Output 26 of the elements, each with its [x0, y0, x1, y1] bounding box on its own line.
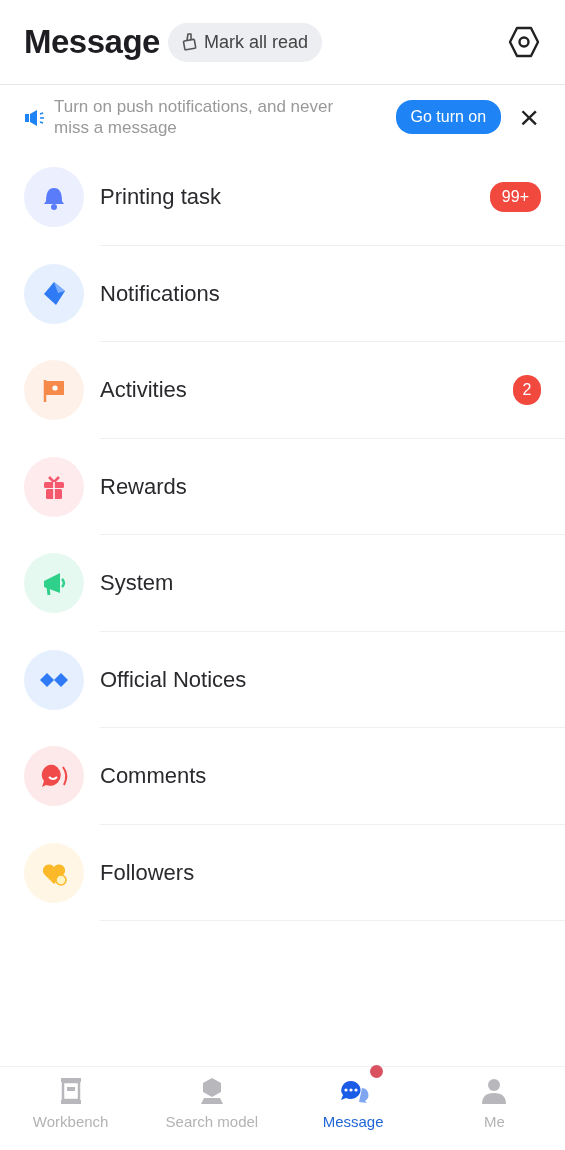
go-turn-on-button[interactable]: Go turn on	[395, 100, 502, 134]
category-label: Official Notices	[100, 665, 247, 694]
unread-count: 99+	[489, 181, 541, 212]
message-category-item[interactable]: Official Notices	[0, 631, 565, 728]
speaker-icon	[24, 107, 46, 128]
category-label: Activities	[100, 376, 187, 405]
settings-icon[interactable]	[507, 25, 541, 59]
category-label: Rewards	[100, 472, 187, 501]
message-category-item[interactable]: Followers	[0, 824, 565, 921]
category-label: System	[100, 569, 174, 598]
message-category-item[interactable]: Comments	[0, 728, 565, 825]
category-label: Followers	[100, 858, 195, 887]
push-notification-text: Turn on push notifications, and never miss a message	[54, 96, 335, 138]
message-category-item[interactable]: Activities 2	[0, 342, 565, 439]
category-label: Printing task	[100, 183, 222, 212]
message-category-item[interactable]: Rewards	[0, 438, 565, 535]
unread-count: 2	[513, 374, 541, 405]
category-label: Comments	[100, 762, 207, 791]
tab-bar-item[interactable]: Message	[282, 1067, 424, 1150]
category-label: Notifications	[100, 279, 220, 308]
message-category-item[interactable]: Printing task 99+	[0, 149, 565, 246]
page-title: Message	[24, 22, 160, 63]
message-category-item[interactable]: System	[0, 535, 565, 632]
message-category-item[interactable]: Notifications	[0, 245, 565, 342]
close-button[interactable]: ×	[517, 100, 541, 134]
mark-all-read-button[interactable]: Mark all read	[167, 22, 322, 62]
